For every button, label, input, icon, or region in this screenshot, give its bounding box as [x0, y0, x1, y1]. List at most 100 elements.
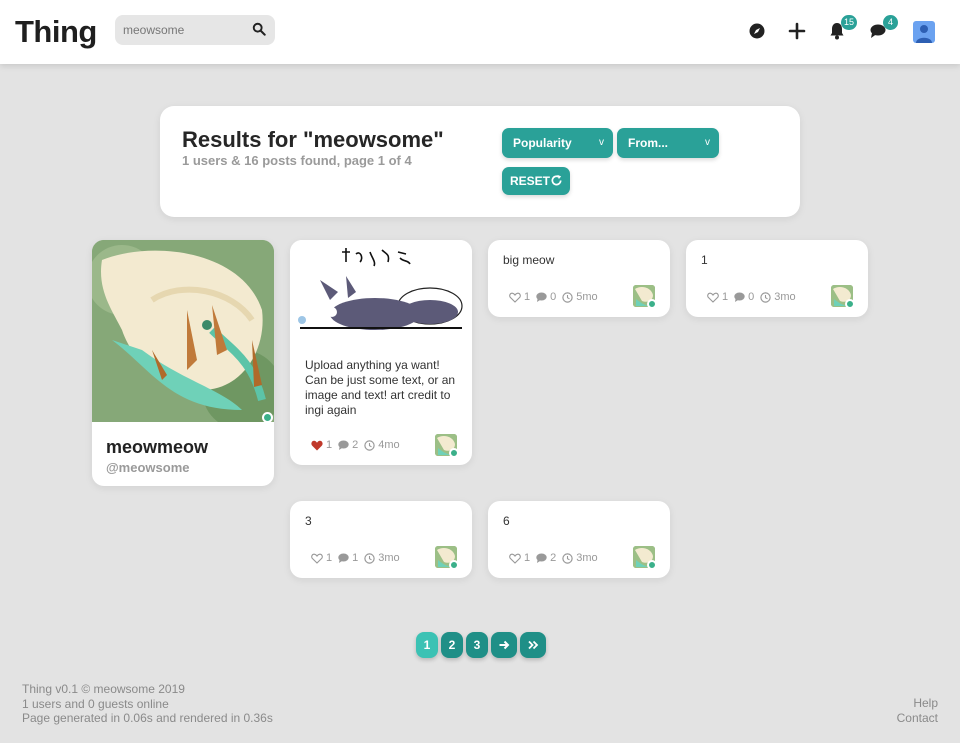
author-avatar[interactable]	[831, 285, 855, 309]
like-button[interactable]: 1	[509, 291, 530, 303]
user-icon	[916, 25, 932, 43]
post-meta: 1 2 3mo	[509, 552, 604, 564]
site-logo[interactable]: Thing	[15, 14, 97, 50]
heart-outline-icon	[509, 553, 521, 564]
notifications-badge: 15	[840, 15, 857, 30]
sort-dropdown[interactable]: Popularity v	[502, 128, 613, 158]
time-range-dropdown-value: From...	[628, 136, 669, 150]
comment-count: 1	[352, 552, 359, 564]
footer-version: Thing v0.1 © meowsome 2019	[22, 682, 185, 696]
clock-icon	[562, 552, 573, 564]
heart-outline-icon	[509, 292, 521, 303]
contact-link[interactable]: Contact	[897, 711, 938, 726]
chevron-down-icon: v	[599, 137, 604, 148]
online-status-dot	[647, 560, 657, 570]
results-summary: 1 users & 16 posts found, page 1 of 4	[182, 153, 412, 168]
like-button[interactable]: 1	[311, 552, 332, 564]
comment-icon	[536, 553, 547, 563]
refresh-icon	[551, 174, 562, 186]
page-2-button[interactable]: 2	[441, 632, 463, 658]
page-1-button[interactable]: 1	[416, 632, 438, 658]
comments-link[interactable]: 1	[338, 552, 358, 564]
comment-count: 0	[748, 291, 755, 303]
comments-link[interactable]: 0	[734, 291, 754, 303]
clock-icon	[364, 439, 375, 451]
comments-link[interactable]: 2	[536, 552, 556, 564]
messages-button[interactable]: 4	[867, 15, 898, 42]
post-card[interactable]: 3 1 1 3mo	[290, 501, 472, 578]
post-age-text: 3mo	[774, 291, 796, 303]
post-text: 1	[701, 253, 708, 267]
post-text: 6	[503, 514, 510, 528]
post-meta: 1 0 3mo	[707, 291, 802, 303]
last-page-button[interactable]	[520, 632, 546, 658]
like-button[interactable]: 1	[509, 552, 530, 564]
like-count: 1	[524, 552, 531, 564]
online-status-dot	[647, 299, 657, 309]
sort-dropdown-value: Popularity	[513, 136, 572, 150]
comment-icon	[338, 553, 349, 563]
reset-button-label: RESET	[510, 174, 551, 188]
post-meta: 1 0 5mo	[509, 291, 604, 303]
next-page-button[interactable]	[491, 632, 517, 658]
notifications-button[interactable]: 15	[826, 15, 857, 42]
post-card[interactable]: 1 1 0 3mo	[686, 240, 868, 317]
top-bar: Thing 15 4	[0, 0, 960, 64]
author-avatar[interactable]	[633, 546, 657, 570]
post-age-text: 3mo	[576, 552, 598, 564]
search-input[interactable]	[115, 15, 245, 45]
search-box	[115, 15, 275, 45]
chevron-down-icon: v	[705, 137, 710, 148]
comments-link[interactable]: 0	[536, 291, 556, 303]
results-title: Results for "meowsome"	[182, 127, 444, 152]
plus-icon[interactable]	[786, 20, 808, 42]
post-age-text: 5mo	[576, 291, 598, 303]
heart-outline-icon	[707, 292, 719, 303]
user-name: meowmeow	[106, 437, 209, 457]
post-card[interactable]: big meow 1 0 5mo	[488, 240, 670, 317]
author-avatar[interactable]	[633, 285, 657, 309]
like-count: 1	[524, 291, 531, 303]
post-age: 3mo	[562, 552, 598, 564]
comment-icon	[536, 292, 547, 302]
comment-count: 0	[550, 291, 557, 303]
comment-count: 2	[352, 439, 359, 451]
author-avatar[interactable]	[435, 434, 459, 458]
post-text: Upload anything ya want! Can be just som…	[305, 358, 456, 417]
like-button[interactable]: 1	[311, 439, 332, 451]
reset-button[interactable]: RESET	[502, 167, 570, 195]
post-age: 3mo	[364, 552, 400, 564]
comments-link[interactable]: 2	[338, 439, 358, 451]
help-link[interactable]: Help	[897, 696, 938, 711]
online-status-dot	[845, 299, 855, 309]
post-age-text: 3mo	[378, 552, 400, 564]
post-card[interactable]: Upload anything ya want! Can be just som…	[290, 240, 472, 465]
footer-info: Thing v0.1 © meowsome 2019 1 users and 0…	[22, 682, 273, 726]
like-button[interactable]: 1	[707, 291, 728, 303]
post-meta: 1 2 4mo	[311, 439, 406, 451]
post-age-text: 4mo	[378, 439, 400, 451]
profile-avatar[interactable]	[913, 21, 935, 43]
post-age: 3mo	[760, 291, 796, 303]
messages-badge: 4	[883, 15, 898, 30]
comment-count: 2	[550, 552, 557, 564]
compass-icon[interactable]	[746, 20, 768, 42]
time-range-dropdown[interactable]: From... v	[617, 128, 719, 158]
user-card[interactable]: meowmeow @meowsome	[92, 240, 274, 486]
online-status-dot	[449, 560, 459, 570]
arrow-right-icon	[499, 640, 510, 650]
page-3-button[interactable]: 3	[466, 632, 488, 658]
search-icon[interactable]	[252, 22, 266, 36]
like-count: 1	[326, 552, 333, 564]
comment-icon	[338, 440, 349, 450]
footer-timing: Page generated in 0.06s and rendered in …	[22, 711, 273, 725]
post-card[interactable]: 6 1 2 3mo	[488, 501, 670, 578]
user-handle: @meowsome	[106, 460, 190, 475]
author-avatar[interactable]	[435, 546, 459, 570]
online-status-dot	[262, 412, 273, 423]
pagination: 1 2 3	[416, 632, 549, 658]
post-image	[290, 240, 472, 345]
online-status-dot	[449, 448, 459, 458]
post-age: 5mo	[562, 291, 598, 303]
post-age: 4mo	[364, 439, 400, 451]
